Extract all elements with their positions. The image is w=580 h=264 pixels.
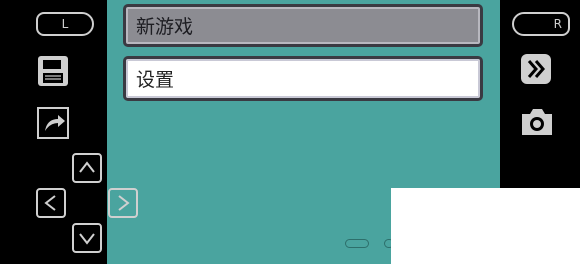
- fast-forward-icon[interactable]: [519, 52, 553, 86]
- r-shoulder-button[interactable]: R: [512, 12, 570, 36]
- menu-item-label: 新游戏: [136, 16, 194, 38]
- menu-item-label: 设置: [136, 69, 175, 91]
- l-shoulder-label: L: [61, 17, 69, 31]
- chevron-down-icon: [79, 233, 95, 245]
- save-icon[interactable]: [36, 54, 70, 88]
- chevron-right-icon: [118, 195, 130, 211]
- dpad-right-button[interactable]: [108, 188, 138, 218]
- dpad-up-button[interactable]: [72, 153, 102, 183]
- menu-item-settings[interactable]: 设置: [123, 56, 483, 101]
- overlay-panel: [391, 188, 580, 264]
- chevron-left-icon: [44, 195, 56, 211]
- dpad-left-button[interactable]: [36, 188, 66, 218]
- dpad-down-button[interactable]: [72, 223, 102, 253]
- menu-item-new-game[interactable]: 新游戏: [123, 4, 483, 47]
- chevron-up-icon: [79, 161, 95, 173]
- r-shoulder-label: R: [553, 17, 562, 31]
- select-button[interactable]: [345, 239, 369, 248]
- camera-icon[interactable]: [519, 104, 555, 138]
- l-shoulder-button[interactable]: L: [36, 12, 94, 36]
- share-icon[interactable]: [36, 106, 70, 140]
